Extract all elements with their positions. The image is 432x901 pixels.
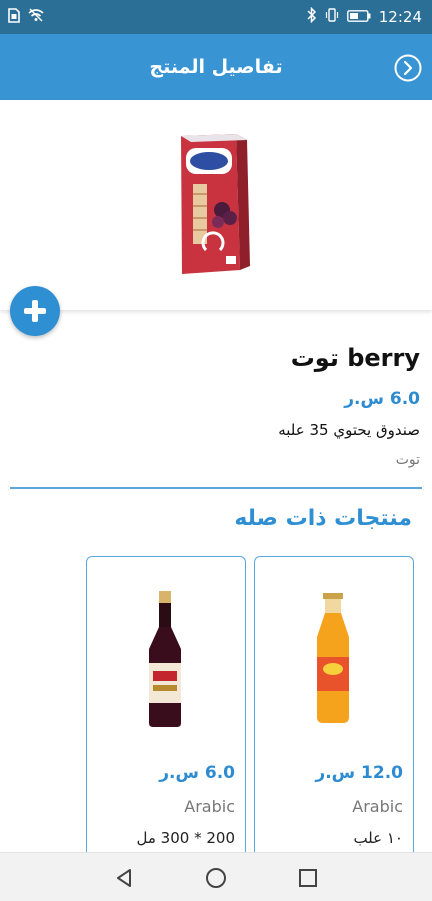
- home-circle-icon: [206, 868, 226, 888]
- nav-recents-button[interactable]: [295, 865, 321, 891]
- product-image-card: [0, 100, 432, 310]
- related-product-size: ١٠ علب: [353, 829, 403, 847]
- product-description: صندوق يحتوي 35 علبه: [278, 421, 420, 439]
- back-triangle-icon: [117, 869, 131, 887]
- page-title: تفاصيل المنتج: [149, 56, 283, 78]
- product-image: [181, 134, 250, 274]
- battery-icon: [346, 8, 371, 26]
- recents-square-icon: [299, 869, 317, 887]
- related-product-category: Arabic: [184, 797, 235, 816]
- related-product-price: 12.0 س.ر: [315, 763, 403, 783]
- product-category: توت: [395, 452, 420, 468]
- chevron-right-circle-icon: [394, 54, 422, 82]
- nav-back-button[interactable]: [112, 865, 138, 891]
- nav-home-button[interactable]: [203, 865, 229, 891]
- product-price: 6.0 س.ر: [344, 389, 420, 409]
- bluetooth-icon: [307, 6, 317, 27]
- related-product-category: Arabic: [352, 797, 403, 816]
- sim-icon: [8, 7, 20, 27]
- add-to-cart-button[interactable]: [10, 286, 60, 336]
- app-bar: تفاصيل المنتج: [0, 34, 432, 100]
- status-bar: 12:24: [0, 0, 432, 34]
- section-divider: [10, 487, 422, 489]
- related-product-price: 6.0 س.ر: [159, 763, 235, 783]
- vibrate-icon: [325, 8, 339, 26]
- back-button[interactable]: [394, 54, 422, 82]
- product-name: berry توت: [290, 344, 420, 372]
- related-product-image: [149, 591, 181, 727]
- related-product-image: [317, 593, 349, 723]
- wifi-off-icon: [28, 8, 44, 26]
- related-product-size: 200 * 300 مل: [136, 829, 236, 847]
- system-nav-bar: [0, 852, 432, 901]
- related-product-card[interactable]: 6.0 س.ر Arabic 200 * 300 مل: [86, 556, 246, 868]
- related-product-card[interactable]: 12.0 س.ر Arabic ١٠ علب: [254, 556, 414, 868]
- related-products-title: منتجات ذات صله: [234, 506, 412, 531]
- status-time: 12:24: [378, 8, 422, 26]
- plus-icon: [24, 300, 46, 322]
